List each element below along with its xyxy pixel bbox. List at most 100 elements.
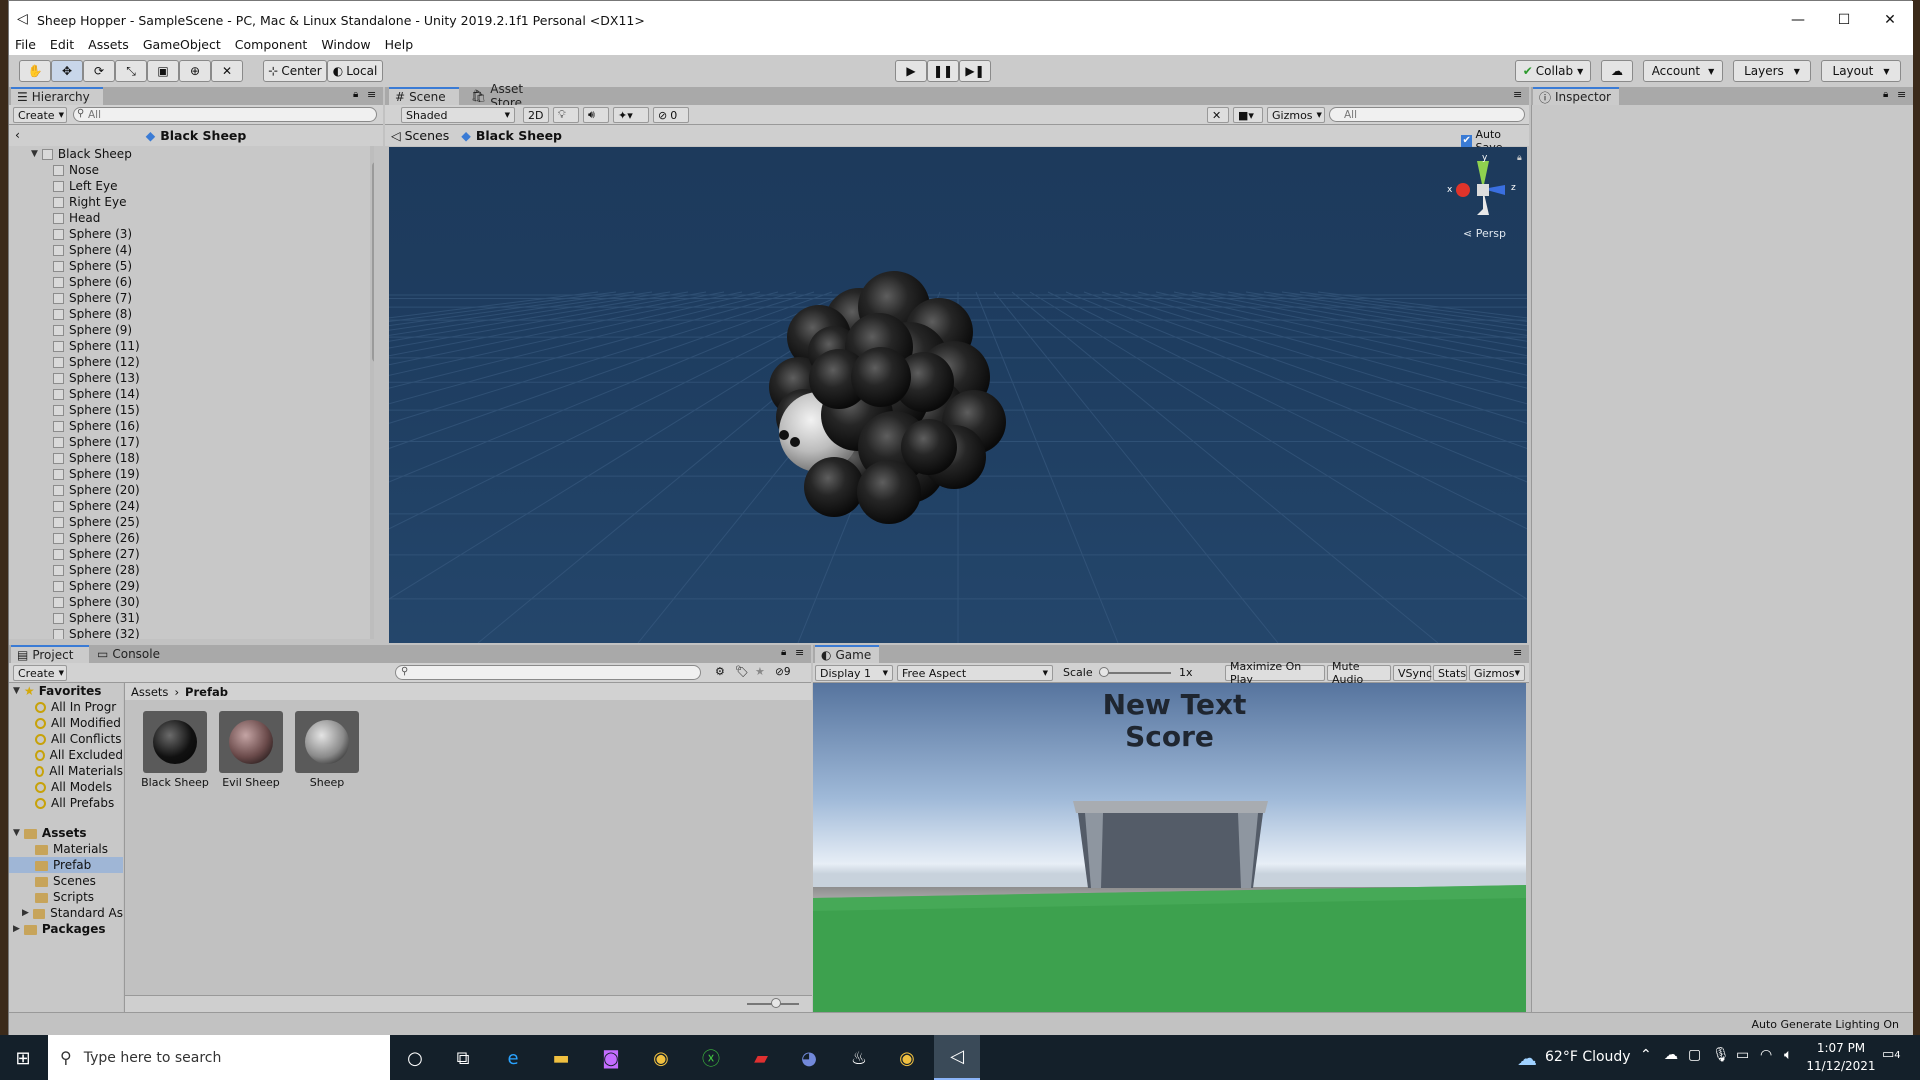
rotate-tool-icon[interactable]: ⟳ — [83, 60, 115, 82]
assets-node[interactable]: ▼ Assets — [13, 825, 123, 841]
scale-slider-thumb[interactable] — [1099, 667, 1109, 677]
project-search-input[interactable] — [395, 665, 701, 680]
transform-tool-icon[interactable]: ⊕ — [179, 60, 211, 82]
favorite-item[interactable]: All In Progr — [13, 699, 123, 715]
game-gizmos-dropdown[interactable]: Gizmos ▼ — [1469, 665, 1525, 681]
panel-menu-icon[interactable]: ≡ — [1513, 88, 1522, 101]
scale-tool-icon[interactable]: ⤡ — [115, 60, 147, 82]
expand-triangle-icon[interactable]: ▼ — [31, 149, 38, 159]
taskbar-search-box[interactable]: ⚲ Type here to search — [48, 1035, 390, 1080]
menu-component[interactable]: Component — [235, 37, 308, 52]
favorite-item[interactable]: All Excluded — [13, 747, 123, 763]
photos-icon[interactable]: ◙ — [596, 1043, 626, 1073]
project-create-dropdown[interactable]: Create ▼ — [13, 665, 67, 681]
breadcrumb-prefab[interactable]: Black Sheep — [476, 128, 562, 143]
hierarchy-item[interactable]: Head — [9, 210, 374, 226]
tab-project[interactable]: ▤ Project — [11, 645, 89, 663]
favorites-node[interactable]: ▼ ★ Favorites — [13, 683, 123, 699]
collab-button[interactable]: ✔ Collab ▼ — [1515, 60, 1591, 82]
prefab-thumbnail[interactable] — [219, 711, 283, 773]
hierarchy-item[interactable]: Sphere (13) — [9, 370, 374, 386]
hierarchy-item[interactable]: Sphere (7) — [9, 290, 374, 306]
play-button[interactable]: ▶ — [895, 60, 927, 82]
hierarchy-item[interactable]: Sphere (24) — [9, 498, 374, 514]
favorite-item[interactable]: All Models — [13, 779, 123, 795]
asset-folder-item[interactable]: Scenes — [13, 873, 123, 889]
move-tool-icon[interactable]: ✥ — [51, 60, 83, 82]
battery-icon[interactable]: ▭ — [1736, 1047, 1749, 1063]
asset-folder-item[interactable]: Prefab — [9, 857, 123, 873]
expand-triangle-icon[interactable]: ▶ — [13, 924, 20, 934]
custom-tool-icon[interactable]: ✕ — [211, 60, 243, 82]
rect-tool-icon[interactable]: ▣ — [147, 60, 179, 82]
task-view-icon[interactable]: ⧉ — [448, 1043, 478, 1073]
hidden-objects-toggle[interactable]: ⊘ 0 — [653, 107, 689, 123]
effects-dropdown-icon[interactable]: ✦▾ — [613, 107, 649, 123]
asset-folder-item[interactable]: Scripts — [13, 889, 123, 905]
scene-orientation-gizmo[interactable]: y x z 🔒︎ ⋖ Persp — [1447, 153, 1527, 243]
menu-help[interactable]: Help — [385, 37, 414, 52]
hierarchy-item[interactable]: Right Eye — [9, 194, 374, 210]
filter-type-icon[interactable]: ⚙ — [715, 665, 725, 678]
hierarchy-item[interactable]: Sphere (14) — [9, 386, 374, 402]
tab-game[interactable]: ◐ Game — [815, 645, 879, 663]
shading-dropdown[interactable]: Shaded ▼ — [401, 107, 515, 123]
onedrive-icon[interactable]: ☁ — [1664, 1047, 1678, 1063]
camera-dropdown-icon[interactable]: ■▾ — [1233, 107, 1263, 123]
stats-toggle[interactable]: Stats — [1433, 665, 1467, 681]
menu-assets[interactable]: Assets — [88, 37, 129, 52]
tab-asset-store[interactable]: 🛍︎ Asset Store — [465, 82, 561, 110]
hierarchy-item[interactable]: Sphere (27) — [9, 546, 374, 562]
hierarchy-item[interactable]: Sphere (20) — [9, 482, 374, 498]
menu-file[interactable]: File — [15, 37, 36, 52]
hierarchy-item[interactable]: Sphere (32) — [9, 626, 374, 639]
prefab-thumbnail[interactable] — [143, 711, 207, 773]
hierarchy-item[interactable]: Sphere (12) — [9, 354, 374, 370]
hierarchy-item[interactable]: Sphere (4) — [9, 242, 374, 258]
hierarchy-item[interactable]: Sphere (26) — [9, 530, 374, 546]
breadcrumb-prefab[interactable]: Prefab — [185, 685, 228, 699]
hierarchy-item[interactable]: Sphere (17) — [9, 434, 374, 450]
scene-gizmos-dropdown[interactable]: Gizmos ▼ — [1267, 107, 1325, 123]
chrome-app-icon[interactable]: ◉ — [892, 1043, 922, 1073]
hidden-packages-toggle[interactable]: ⊘9 — [775, 666, 791, 678]
lock-icon[interactable]: 🔒︎ — [781, 647, 786, 658]
lock-icon[interactable]: 🔒︎ — [1883, 89, 1888, 100]
asset-folder-item[interactable]: Materials — [13, 841, 123, 857]
taskbar-clock[interactable]: 1:07 PM 11/12/2021 — [1806, 1039, 1876, 1075]
hierarchy-item[interactable]: Sphere (30) — [9, 594, 374, 610]
windows-start-icon[interactable]: ⊞ — [8, 1043, 38, 1073]
pause-button[interactable]: ❚❚ — [927, 60, 959, 82]
menu-gameobject[interactable]: GameObject — [143, 37, 221, 52]
favorite-item[interactable]: All Prefabs — [13, 795, 123, 811]
device-icon[interactable]: ▢ — [1688, 1047, 1701, 1063]
wifi-icon[interactable]: ◠ — [1760, 1047, 1772, 1063]
hierarchy-item[interactable]: Sphere (18) — [9, 450, 374, 466]
tab-scene[interactable]: # Scene — [389, 87, 459, 105]
display-dropdown[interactable]: Display 1 ▼ — [815, 665, 893, 681]
back-arrow-icon[interactable]: ‹ — [15, 127, 20, 142]
layout-dropdown[interactable]: Layout ▼ — [1821, 60, 1901, 82]
steam-icon[interactable]: ♨ — [844, 1043, 874, 1073]
favorite-item[interactable]: All Modified — [13, 715, 123, 731]
account-dropdown[interactable]: Account ▼ — [1643, 60, 1723, 82]
pivot-center-button[interactable]: ⊹ Center — [263, 60, 327, 82]
tools-icon[interactable]: ✕ — [1207, 107, 1229, 123]
hierarchy-item[interactable]: Sphere (16) — [9, 418, 374, 434]
volume-icon[interactable]: 🔈︎ — [1784, 1047, 1792, 1063]
packages-node[interactable]: ▶ Packages — [13, 921, 123, 937]
scale-slider[interactable] — [1099, 672, 1171, 674]
prefab-thumbnail[interactable] — [295, 711, 359, 773]
persp-label[interactable]: ⋖ Persp — [1463, 227, 1506, 240]
hierarchy-create-dropdown[interactable]: Create ▼ — [13, 107, 67, 123]
xbox-icon[interactable]: ⓧ — [696, 1043, 726, 1073]
gizmo-lock-icon[interactable]: 🔒︎ — [1517, 153, 1522, 163]
panel-menu-icon[interactable]: ≡ — [1513, 646, 1522, 659]
breadcrumb-scenes[interactable]: Scenes — [405, 128, 450, 143]
mute-audio-toggle[interactable]: Mute Audio — [1327, 660, 1391, 686]
lighting-toggle-icon[interactable]: 💡︎ — [553, 107, 579, 123]
scrollbar-thumb[interactable] — [372, 162, 374, 362]
panel-menu-icon[interactable]: ≡ — [367, 88, 376, 101]
expand-triangle-icon[interactable]: ▶ — [22, 908, 29, 918]
panel-menu-icon[interactable]: ≡ — [795, 646, 804, 659]
